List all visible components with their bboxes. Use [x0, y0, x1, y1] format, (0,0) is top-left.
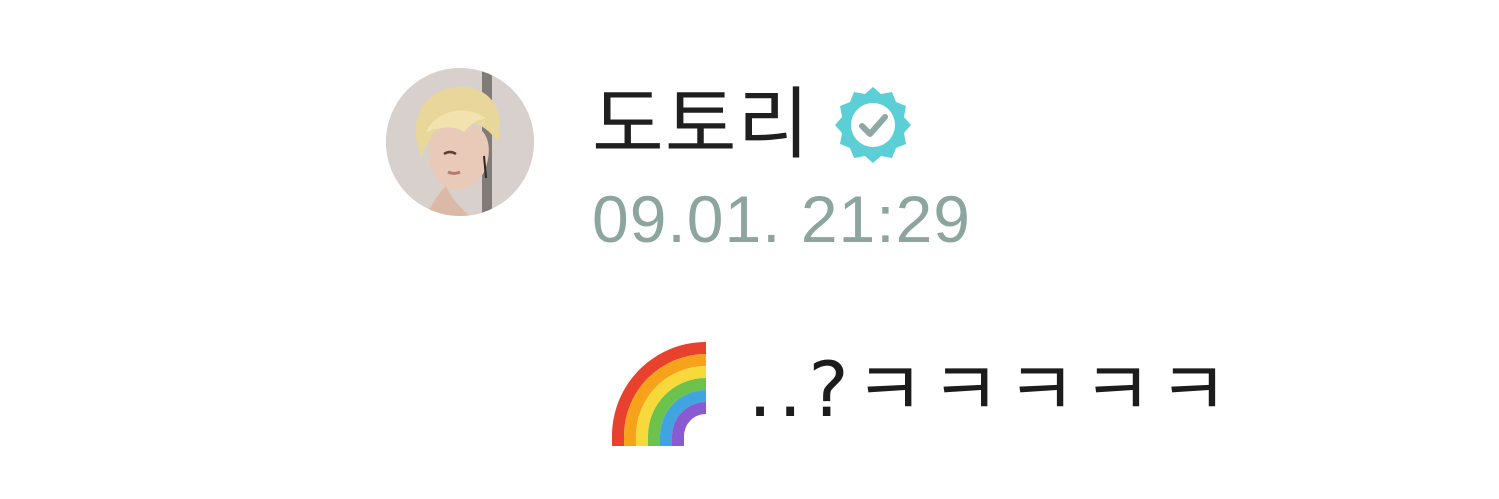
rainbow-icon [606, 334, 712, 446]
post-card: 도토리 09.01. 21:29 ..?ㅋㅋㅋㅋㅋ [0, 0, 1499, 499]
author-name[interactable]: 도토리 [592, 86, 810, 164]
message-body: ..?ㅋㅋㅋㅋㅋ [606, 330, 1234, 450]
verified-badge-icon [832, 84, 914, 166]
avatar-image [386, 68, 534, 216]
message-text: ..?ㅋㅋㅋㅋㅋ [748, 345, 1235, 434]
author-row: 도토리 [592, 80, 914, 170]
avatar[interactable] [386, 68, 534, 216]
post-timestamp: 09.01. 21:29 [592, 182, 971, 256]
